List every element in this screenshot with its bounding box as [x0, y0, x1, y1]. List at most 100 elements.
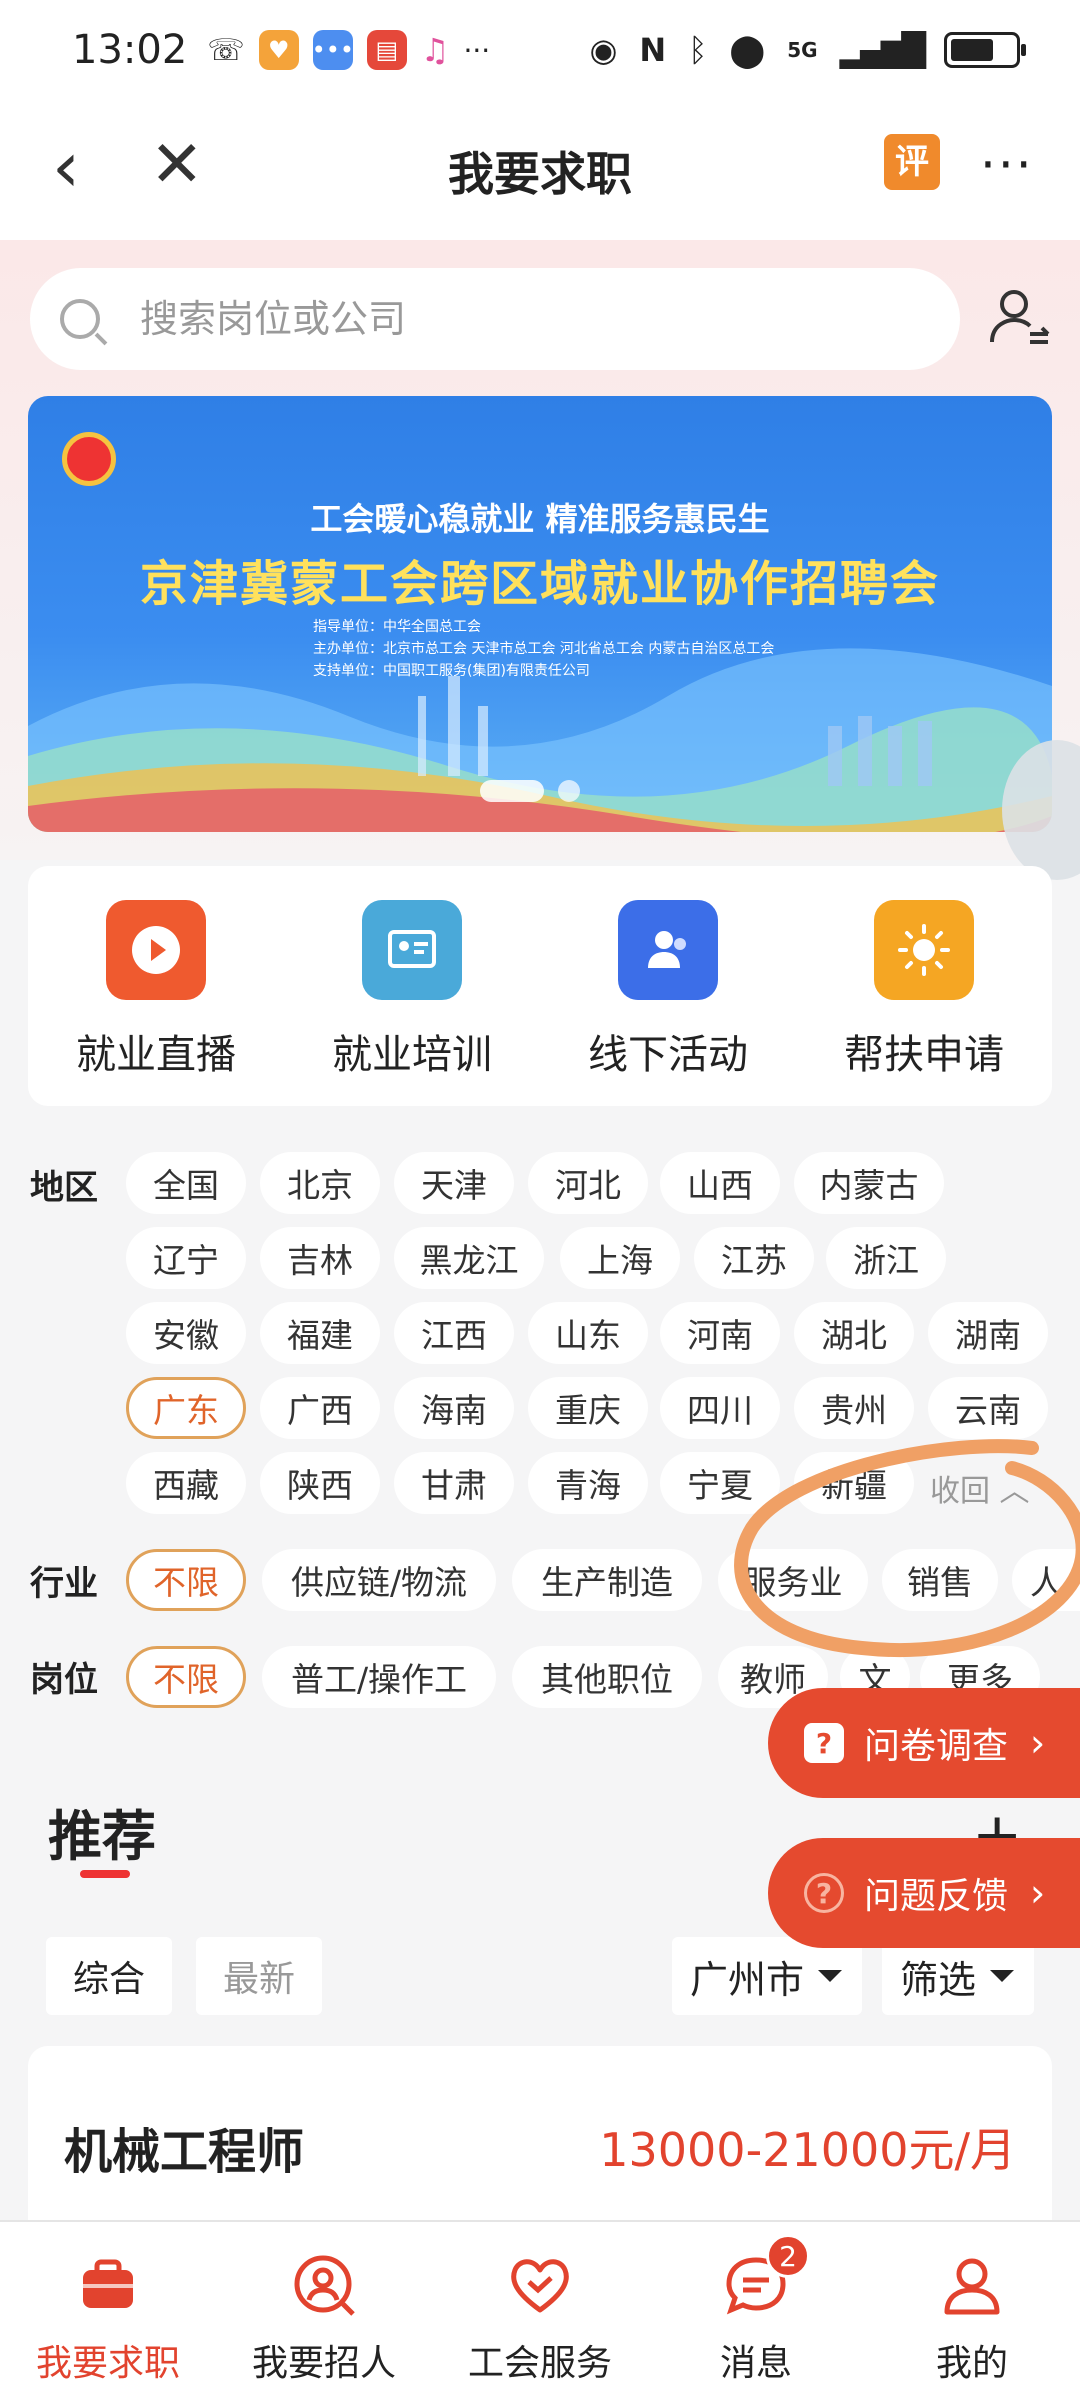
- industry-chip[interactable]: 服务业: [718, 1549, 868, 1611]
- banner-skyline-graphic: [28, 648, 1052, 832]
- tab-union-service[interactable]: 工会服务: [432, 2222, 648, 2400]
- carousel-indicator: [558, 780, 580, 802]
- tab-mine[interactable]: 我的: [864, 2222, 1080, 2400]
- industry-chip[interactable]: 供应链/物流: [262, 1549, 496, 1611]
- user-switch-icon[interactable]: [986, 284, 1052, 350]
- nav-bar: ‹ ✕ 我要求职 评 ···: [0, 100, 1080, 240]
- region-chip[interactable]: 山西: [660, 1152, 780, 1214]
- feature-offline-events[interactable]: 线下活动: [540, 866, 796, 1106]
- position-chip[interactable]: 其他职位: [512, 1646, 702, 1708]
- region-chip[interactable]: 青海: [528, 1452, 648, 1514]
- industry-chip[interactable]: 生产制造: [512, 1549, 702, 1611]
- region-filter-label: 地区: [30, 1168, 98, 1208]
- region-chip[interactable]: 山东: [528, 1302, 648, 1364]
- city-dropdown[interactable]: 广州市: [672, 1937, 862, 2015]
- region-chip[interactable]: 贵州: [794, 1377, 914, 1439]
- tab-label: 我要求职: [35, 2343, 180, 2384]
- music-icon: ♫: [420, 31, 450, 69]
- region-chip[interactable]: 湖北: [794, 1302, 914, 1364]
- region-chip[interactable]: 江西: [394, 1302, 514, 1364]
- book-notification-icon: ▤: [366, 30, 407, 70]
- region-chip[interactable]: 福建: [260, 1302, 380, 1364]
- unread-badge: 2: [766, 2234, 810, 2278]
- caret-down-icon: [990, 1970, 1015, 1982]
- region-chip[interactable]: 上海: [560, 1227, 680, 1289]
- banner-support-line: 支持单位：中国职工服务(集团)有限责任公司: [313, 663, 590, 679]
- feature-grid: 就业直播 就业培训 线下活动 帮扶申请: [28, 866, 1052, 1106]
- region-chip[interactable]: 新疆: [794, 1452, 914, 1514]
- question-icon: ?: [804, 1723, 844, 1763]
- play-icon: [106, 900, 206, 1000]
- recommend-underline: [80, 1870, 130, 1878]
- region-chip-selected[interactable]: 广东: [126, 1377, 246, 1439]
- region-chip[interactable]: 北京: [260, 1152, 380, 1214]
- review-button[interactable]: 评: [884, 134, 940, 190]
- bluetooth-icon: ᛒ: [688, 31, 708, 69]
- job-salary: 13000-21000元/月: [599, 2123, 1016, 2177]
- tab-recruit[interactable]: 我要招人: [216, 2222, 432, 2400]
- feature-label: 就业直播: [76, 1032, 236, 1078]
- banner-carousel[interactable]: 工会暖心稳就业 精准服务惠民生 京津冀蒙工会跨区域就业协作招聘会 指导单位：中华…: [28, 396, 1052, 832]
- collapse-button[interactable]: 收回 ︿: [930, 1466, 1030, 1510]
- region-chip[interactable]: 内蒙古: [794, 1152, 944, 1214]
- people-icon: [618, 900, 718, 1000]
- training-icon: [362, 900, 462, 1000]
- caret-down-icon: [818, 1970, 843, 1982]
- filter-dropdown[interactable]: 筛选: [882, 1937, 1034, 2015]
- recruit-icon: [294, 2255, 355, 2316]
- region-chip[interactable]: 吉林: [260, 1227, 380, 1289]
- heart-icon: [511, 2259, 569, 2313]
- nfc-icon: N: [639, 31, 667, 69]
- position-chip-selected[interactable]: 不限: [126, 1646, 246, 1708]
- tab-messages[interactable]: 2 消息: [648, 2222, 864, 2400]
- search-input[interactable]: [140, 297, 840, 341]
- feature-live[interactable]: 就业直播: [28, 866, 284, 1106]
- filter-label: 筛选: [900, 1957, 977, 2002]
- industry-chip[interactable]: 销售: [882, 1549, 998, 1611]
- region-chip[interactable]: 湖南: [928, 1302, 1048, 1364]
- region-chip[interactable]: 全国: [126, 1152, 246, 1214]
- region-chip[interactable]: 广西: [260, 1377, 380, 1439]
- region-chip[interactable]: 江苏: [694, 1227, 814, 1289]
- region-chip[interactable]: 浙江: [826, 1227, 946, 1289]
- feature-assistance[interactable]: 帮扶申请: [796, 866, 1052, 1106]
- sort-tab-default[interactable]: 综合: [46, 1937, 172, 2015]
- chevron-up-icon: ︿: [999, 1474, 1030, 1509]
- region-chip[interactable]: 宁夏: [660, 1452, 780, 1514]
- search-bar[interactable]: [30, 268, 960, 370]
- region-chip[interactable]: 海南: [394, 1377, 514, 1439]
- region-chip[interactable]: 甘肃: [394, 1452, 514, 1514]
- feature-label: 帮扶申请: [844, 1032, 1004, 1078]
- sort-tab-latest[interactable]: 最新: [196, 1937, 322, 2015]
- region-chip[interactable]: 天津: [394, 1152, 514, 1214]
- search-icon: [60, 299, 100, 339]
- more-options-icon[interactable]: ···: [980, 136, 1034, 194]
- region-chip[interactable]: 河南: [660, 1302, 780, 1364]
- industry-chip-selected[interactable]: 不限: [126, 1549, 246, 1611]
- feature-label: 就业培训: [332, 1032, 492, 1078]
- region-chip[interactable]: 河北: [528, 1152, 648, 1214]
- signal-icon: ▂▄▆█: [839, 31, 926, 69]
- more-notifications-icon: ···: [463, 33, 491, 67]
- chevron-right-icon: ›: [1030, 1871, 1046, 1915]
- region-chip[interactable]: 陕西: [260, 1452, 380, 1514]
- app-notification-icon: ♥: [258, 30, 299, 70]
- industry-chip[interactable]: 人: [1012, 1549, 1080, 1611]
- region-chip[interactable]: 重庆: [528, 1377, 648, 1439]
- region-chip[interactable]: 黑龙江: [394, 1227, 544, 1289]
- status-time: 13:02: [72, 27, 188, 73]
- region-chip[interactable]: 云南: [928, 1377, 1048, 1439]
- tab-job-seeking[interactable]: 我要求职: [0, 2222, 216, 2400]
- position-chip[interactable]: 普工/操作工: [262, 1646, 496, 1708]
- feature-training[interactable]: 就业培训: [284, 866, 540, 1106]
- region-chip[interactable]: 西藏: [126, 1452, 246, 1514]
- job-card[interactable]: 机械工程师 13000-21000元/月: [28, 2046, 1052, 2226]
- survey-button[interactable]: ? 问卷调查 ›: [768, 1688, 1080, 1798]
- region-chip[interactable]: 四川: [660, 1377, 780, 1439]
- region-chip[interactable]: 安徽: [126, 1302, 246, 1364]
- chat-notification-icon: •••: [312, 30, 354, 70]
- missed-call-icon: ☏: [207, 32, 245, 68]
- region-chip[interactable]: 辽宁: [126, 1227, 246, 1289]
- feedback-button[interactable]: ? 问题反馈 ›: [768, 1838, 1080, 1948]
- battery-icon: [944, 32, 1026, 68]
